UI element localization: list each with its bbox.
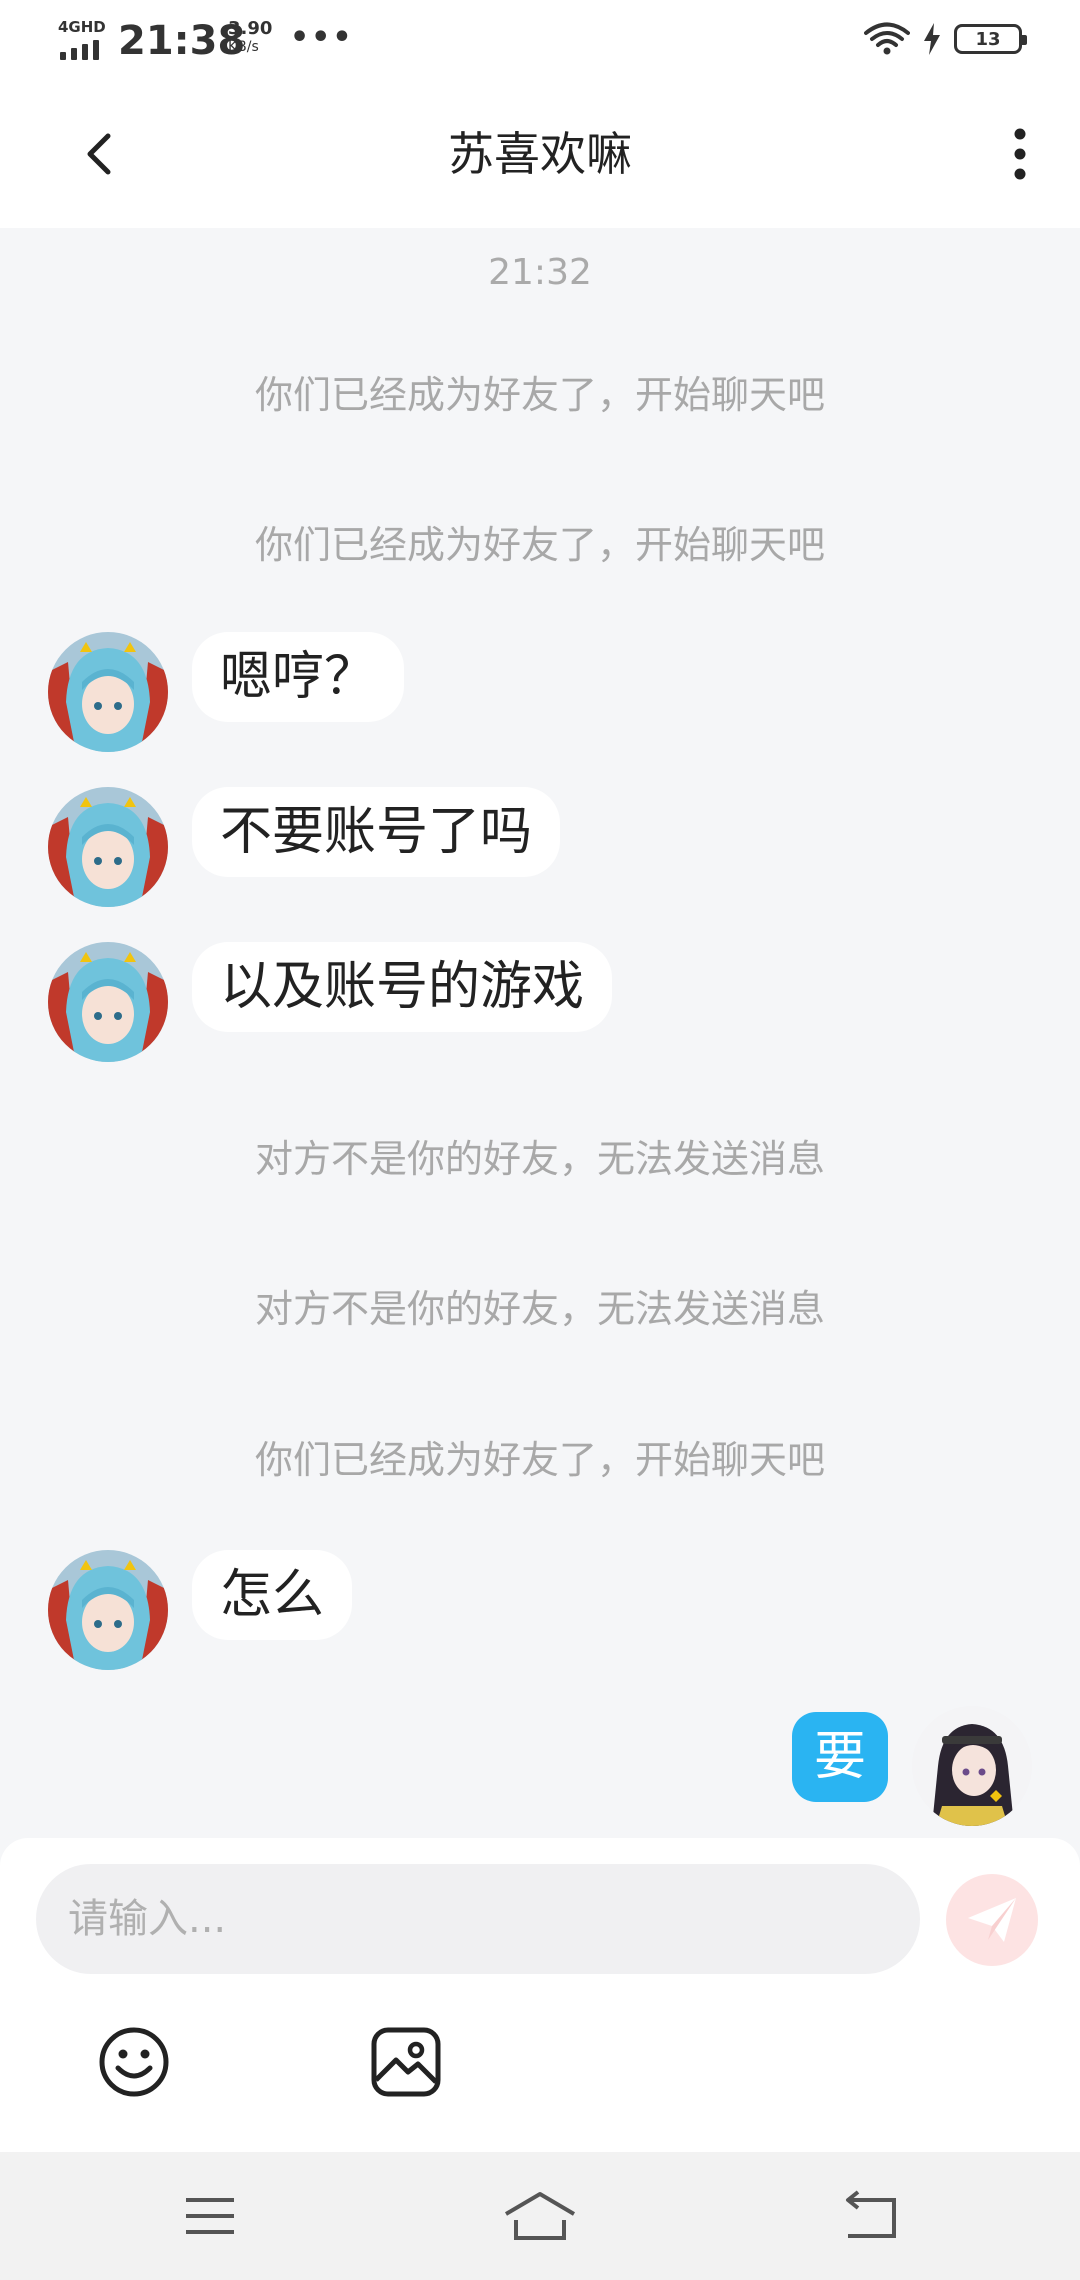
- back-icon[interactable]: [840, 2190, 900, 2242]
- composer-panel: [0, 1838, 1080, 2152]
- charging-icon: [924, 23, 940, 55]
- speed-value: 3.90: [228, 18, 273, 39]
- message-list[interactable]: 21:32 你们已经成为好友了，开始聊天吧 你们已经成为好友了，开始聊天吧 嗯哼…: [0, 228, 1080, 1838]
- status-bar: 4GHD 21:38 3.90 KB/s ••• 13: [0, 0, 1080, 80]
- message-timestamp: 21:32: [488, 252, 592, 293]
- send-icon: [968, 1898, 1016, 1942]
- message-row-outgoing: 要: [791, 1706, 1032, 1826]
- message-row-incoming: 嗯哼？: [48, 632, 405, 752]
- contact-avatar[interactable]: [48, 632, 168, 752]
- system-message: 对方不是你的好友，无法发送消息: [254, 1137, 825, 1181]
- wifi-icon: [864, 22, 910, 55]
- page-title: 苏喜欢嘛: [448, 127, 632, 181]
- system-message: 你们已经成为好友了，开始聊天吧: [254, 523, 825, 567]
- send-button[interactable]: [946, 1874, 1038, 1966]
- speed-unit: KB/s: [228, 39, 259, 55]
- more-vertical-icon[interactable]: [1000, 124, 1040, 184]
- message-bubble[interactable]: 不要账号了吗: [192, 787, 561, 877]
- message-row-incoming: 不要账号了吗: [48, 787, 561, 907]
- status-right-group: 13: [864, 22, 1027, 56]
- message-bubble[interactable]: 嗯哼？: [192, 632, 405, 722]
- my-avatar[interactable]: [912, 1706, 1032, 1826]
- system-nav-bar: [0, 2152, 1080, 2280]
- system-message: 对方不是你的好友，无法发送消息: [254, 1287, 825, 1331]
- network-indicator: 4GHD: [58, 18, 106, 60]
- signal-icon: [60, 40, 99, 60]
- message-row-incoming: 以及账号的游戏: [48, 942, 613, 1062]
- message-bubble[interactable]: 以及账号的游戏: [192, 942, 613, 1032]
- emoji-icon[interactable]: [96, 2024, 172, 2100]
- message-bubble-mine[interactable]: 要: [791, 1712, 888, 1802]
- battery-icon: 13: [954, 24, 1027, 54]
- menu-icon[interactable]: [180, 2190, 240, 2242]
- network-label: 4GHD: [58, 18, 106, 36]
- status-time: 21:38: [118, 18, 246, 64]
- contact-avatar[interactable]: [48, 787, 168, 907]
- chat-header: 苏喜欢嘛: [0, 80, 1080, 228]
- home-icon[interactable]: [500, 2190, 580, 2242]
- contact-avatar[interactable]: [48, 1550, 168, 1670]
- more-notifications-icon: •••: [290, 20, 354, 55]
- system-message: 你们已经成为好友了，开始聊天吧: [254, 1438, 825, 1482]
- message-bubble[interactable]: 怎么: [192, 1550, 353, 1640]
- battery-level: 13: [975, 28, 1001, 50]
- system-message: 你们已经成为好友了，开始聊天吧: [254, 373, 825, 417]
- contact-avatar[interactable]: [48, 942, 168, 1062]
- image-icon[interactable]: [368, 2024, 444, 2100]
- network-speed: 3.90 KB/s: [228, 20, 272, 56]
- message-input[interactable]: [36, 1864, 920, 1974]
- message-row-incoming: 怎么: [48, 1550, 353, 1670]
